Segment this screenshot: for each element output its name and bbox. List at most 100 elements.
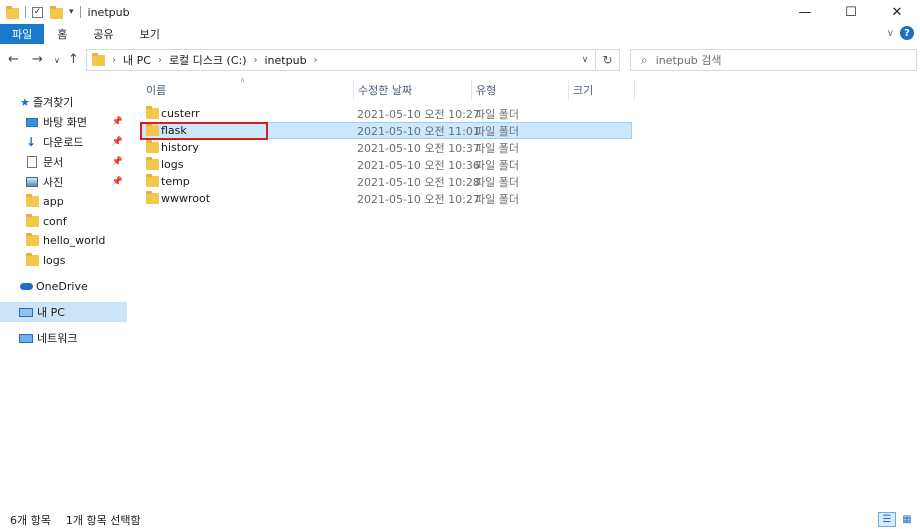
large-icons-view-icon[interactable]: ▦ — [898, 512, 916, 527]
sidebar-item-label: app — [43, 194, 64, 208]
maximize-button[interactable]: ☐ — [828, 0, 874, 24]
column-divider[interactable] — [471, 80, 472, 100]
file-row-wwwroot[interactable]: wwwroot 2021-05-10 오전 10:27 파일 폴더 — [140, 190, 632, 207]
tab-share[interactable]: 공유 — [80, 24, 126, 44]
file-row-history[interactable]: history 2021-05-10 오전 10:37 파일 폴더 — [140, 139, 632, 156]
pin-icon[interactable]: 📌 — [112, 137, 123, 147]
folder-icon — [146, 140, 159, 153]
sidebar-item-label: logs — [43, 253, 66, 267]
toolbar-divider — [79, 6, 81, 18]
customize-toolbar-icon[interactable]: ▾ — [69, 7, 74, 17]
document-icon — [27, 156, 37, 168]
breadcrumb: › 내 PC › 로컬 디스크 (C:) › inetpub › — [87, 52, 575, 68]
recent-locations-icon[interactable]: ∨ — [54, 56, 60, 65]
column-divider[interactable] — [568, 80, 569, 100]
toolbar-divider — [25, 6, 26, 18]
column-header-size[interactable]: 크기 — [573, 80, 593, 100]
sidebar-item-hello-world[interactable]: hello_world — [0, 230, 127, 250]
file-modified: 2021-05-10 오전 10:37 — [357, 141, 480, 155]
file-row-custerr[interactable]: custerr 2021-05-10 오전 10:27 파일 폴더 — [140, 105, 632, 122]
chevron-right-icon[interactable]: › — [158, 55, 162, 66]
refresh-icon[interactable]: ↻ — [595, 50, 619, 70]
file-name: temp — [161, 175, 190, 188]
up-arrow-icon[interactable]: ↑ — [68, 52, 79, 67]
star-icon: ★ — [20, 95, 30, 109]
address-bar[interactable]: › 내 PC › 로컬 디스크 (C:) › inetpub › ∨ ↻ — [86, 49, 620, 71]
item-count: 6개 항목 — [10, 513, 51, 527]
view-toggle: ☰ ▦ — [878, 512, 916, 527]
folder-icon — [6, 5, 19, 19]
file-type: 파일 폴더 — [475, 175, 519, 189]
sidebar-item-label: OneDrive — [36, 279, 88, 293]
chevron-right-icon[interactable]: › — [314, 55, 318, 66]
search-input[interactable] — [655, 53, 886, 67]
sidebar-item-label: conf — [43, 214, 67, 228]
column-divider[interactable] — [634, 80, 635, 100]
pin-icon[interactable]: 📌 — [112, 177, 123, 187]
tab-file[interactable]: 파일 — [0, 24, 45, 44]
file-modified: 2021-05-10 오전 10:27 — [357, 107, 480, 121]
cloud-icon — [20, 282, 33, 290]
folder-icon — [146, 174, 159, 187]
minimize-button[interactable]: — — [782, 0, 828, 24]
sidebar-item-quick-access[interactable]: ★ 즐겨찾기 — [0, 92, 127, 112]
sidebar-item-network[interactable]: 네트워크 — [0, 328, 127, 348]
forward-arrow-icon[interactable]: → — [32, 52, 43, 67]
folder-icon — [146, 157, 159, 170]
sidebar-item-label: 내 PC — [37, 306, 65, 319]
file-modified: 2021-05-10 오전 11:01 — [357, 124, 480, 138]
navigation-bar: ← → ∨ ↑ › 내 PC › 로컬 디스크 (C:) › inetpub ›… — [0, 48, 920, 74]
new-folder-icon[interactable] — [50, 5, 63, 19]
sidebar-item-this-pc[interactable]: 내 PC — [0, 302, 127, 322]
close-button[interactable]: ✕ — [874, 0, 920, 24]
sidebar-item-pictures[interactable]: 사진 📌 — [0, 172, 127, 192]
file-name: logs — [161, 158, 184, 171]
pin-icon[interactable]: 📌 — [112, 117, 123, 127]
sidebar-item-label: 사진 — [43, 176, 64, 189]
window-title: inetpub — [87, 5, 130, 19]
sidebar-item-logs[interactable]: logs — [0, 250, 127, 270]
breadcrumb-item[interactable]: 로컬 디스크 (C:) — [169, 52, 247, 68]
network-icon — [19, 333, 33, 343]
chevron-right-icon[interactable]: › — [254, 55, 258, 66]
quick-access-toolbar: ✓ ▾ — [0, 5, 84, 19]
tab-home[interactable]: 홈 — [44, 24, 80, 44]
folder-icon — [26, 193, 39, 207]
title-bar: ✓ ▾ inetpub — ☐ ✕ — [0, 0, 920, 24]
file-type: 파일 폴더 — [475, 141, 519, 155]
back-arrow-icon[interactable]: ← — [8, 52, 19, 67]
search-box[interactable]: ⌕ — [630, 49, 917, 71]
desktop-icon — [26, 117, 38, 127]
sidebar-item-conf[interactable]: conf — [0, 211, 127, 231]
search-icon: ⌕ — [641, 52, 648, 67]
sidebar-item-downloads[interactable]: ↓ 다운로드 📌 — [0, 132, 127, 152]
file-row-logs[interactable]: logs 2021-05-10 오전 10:36 파일 폴더 — [140, 156, 632, 173]
column-header-type[interactable]: 유형 — [476, 80, 496, 100]
sidebar-item-documents[interactable]: 문서 📌 — [0, 152, 127, 172]
chevron-right-icon[interactable]: › — [112, 55, 116, 66]
breadcrumb-item[interactable]: inetpub — [265, 54, 307, 67]
folder-icon — [146, 191, 159, 204]
sidebar-item-desktop[interactable]: 바탕 화면 📌 — [0, 112, 127, 132]
sidebar-item-app[interactable]: app — [0, 191, 127, 211]
column-header-name[interactable]: 이름 — [146, 80, 166, 100]
computer-icon — [19, 307, 33, 317]
sidebar-item-label: 즐겨찾기 — [32, 96, 74, 109]
pin-icon[interactable]: 📌 — [112, 157, 123, 167]
file-type: 파일 폴더 — [475, 107, 519, 121]
help-icon[interactable]: ? — [900, 26, 914, 40]
folder-icon — [26, 232, 39, 246]
column-header-modified[interactable]: 수정한 날짜 — [358, 80, 412, 100]
details-view-icon[interactable]: ☰ — [878, 512, 896, 527]
file-type: 파일 폴더 — [475, 192, 519, 206]
expand-ribbon-icon[interactable]: ∨ — [887, 28, 894, 39]
column-divider[interactable] — [353, 80, 354, 100]
tab-view[interactable]: 보기 — [127, 24, 173, 44]
address-dropdown-icon[interactable]: ∨ — [575, 55, 595, 65]
properties-check-icon[interactable]: ✓ — [32, 6, 43, 18]
breadcrumb-item[interactable]: 내 PC — [123, 52, 151, 68]
file-row-temp[interactable]: temp 2021-05-10 오전 10:28 파일 폴더 — [140, 173, 632, 190]
status-bar: 6개 항목 1개 항목 선택함 ☰ ▦ — [0, 510, 920, 529]
sidebar-item-onedrive[interactable]: OneDrive — [0, 276, 127, 296]
sort-up-icon: ∧ — [240, 76, 246, 84]
